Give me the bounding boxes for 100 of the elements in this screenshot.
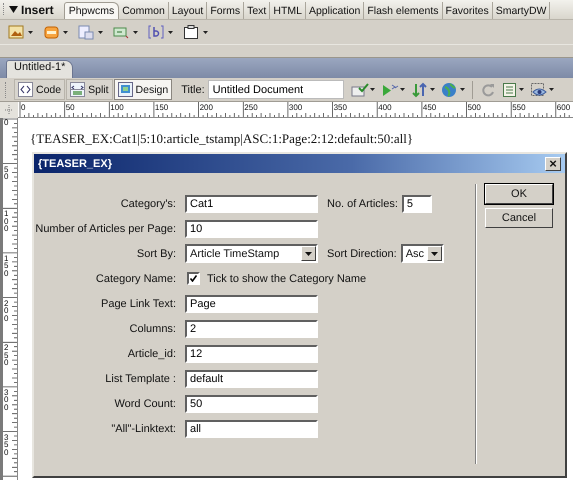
ruler-label: 0 bbox=[21, 103, 26, 112]
refresh-icon bbox=[480, 82, 496, 98]
text-field[interactable]: Page bbox=[185, 294, 318, 312]
caret-icon bbox=[370, 88, 375, 91]
insert-tab[interactable]: Layout bbox=[168, 2, 208, 19]
field-label: Word Count: bbox=[113, 398, 176, 410]
play-arrows-icon bbox=[380, 82, 399, 98]
panel-title: Insert bbox=[21, 2, 54, 16]
globe-icon bbox=[440, 82, 459, 98]
list-icon bbox=[502, 82, 518, 98]
insert-tab[interactable]: HTML bbox=[270, 2, 306, 19]
ruler-label: 600 bbox=[556, 103, 570, 112]
ruler-label: 200 bbox=[200, 103, 213, 112]
view-button[interactable]: Code bbox=[14, 79, 66, 100]
insert-tab[interactable]: Phpwcms bbox=[64, 2, 120, 19]
ruler-label: 50 bbox=[4, 166, 8, 181]
insert-tab[interactable]: Text bbox=[244, 2, 270, 19]
collapse-triangle-icon bbox=[9, 6, 18, 13]
dialog-title: {TEASER_EX} bbox=[38, 158, 112, 170]
text-field[interactable]: Cat1 bbox=[185, 194, 318, 212]
ruler-origin-icon[interactable] bbox=[0, 102, 18, 118]
field-label: Page Link Text: bbox=[100, 298, 176, 310]
ruler-label: 450 bbox=[422, 103, 436, 112]
caret-icon bbox=[430, 88, 435, 91]
caret-icon bbox=[63, 30, 68, 34]
field-label: Number of Articles per Page: bbox=[34, 222, 176, 234]
text-field[interactable]: 12 bbox=[185, 344, 318, 362]
insert-tab[interactable]: SmartyDW bbox=[492, 2, 550, 19]
ruler-label: 50 bbox=[66, 103, 75, 112]
checkbox-caption: Tick to show the Category Name bbox=[207, 272, 366, 284]
table-icon bbox=[78, 24, 94, 40]
dropdown-field[interactable]: Asc bbox=[400, 244, 444, 263]
field-label: Sort Direction: bbox=[327, 248, 397, 260]
check-icon bbox=[190, 275, 197, 282]
field-label: Category's: bbox=[120, 198, 176, 210]
field-label: Category Name: bbox=[94, 272, 176, 284]
split-view-icon bbox=[70, 82, 86, 97]
caret-icon bbox=[460, 88, 465, 91]
ruler-label: 350 bbox=[334, 103, 347, 112]
ruler-label: 150 bbox=[154, 103, 168, 112]
field-label: Sort By: bbox=[136, 248, 176, 260]
text-field[interactable]: 2 bbox=[185, 320, 318, 338]
document-tab[interactable]: Untitled-1* bbox=[6, 60, 74, 78]
field-label: List Template : bbox=[104, 372, 176, 384]
ruler-label: 250 bbox=[4, 344, 8, 368]
view-button[interactable]: Split bbox=[66, 79, 113, 100]
field-label: Article_id: bbox=[126, 348, 176, 360]
caret-icon bbox=[133, 30, 138, 34]
text-field[interactable]: 50 bbox=[185, 394, 318, 412]
field-label: "All"-Linktext: bbox=[110, 422, 176, 434]
document-icon bbox=[43, 24, 59, 40]
ruler-label: 0 bbox=[4, 119, 8, 127]
dropdown-field[interactable]: Article TimeStamp bbox=[185, 244, 318, 263]
caret-icon bbox=[430, 252, 438, 256]
design-view-icon bbox=[118, 82, 133, 97]
insert-tab[interactable]: Common bbox=[119, 2, 169, 19]
bracket-icon bbox=[148, 24, 164, 40]
clipboard-icon bbox=[183, 24, 199, 40]
caret-icon bbox=[168, 30, 173, 34]
image-icon bbox=[8, 24, 24, 40]
text-field[interactable]: 5 bbox=[402, 194, 432, 212]
ruler-label: 300 bbox=[288, 103, 302, 112]
text-field[interactable]: 10 bbox=[185, 220, 318, 238]
dialog-button[interactable]: OK bbox=[485, 184, 553, 204]
tag-text: {TEASER_EX:Cat1|5:10:article_tstamp|ASC:1:Page:2:12:default:50:all} bbox=[30, 131, 414, 147]
up-down-arrows-icon bbox=[410, 82, 429, 98]
ruler-label: 400 bbox=[378, 103, 392, 112]
code-icon bbox=[18, 82, 33, 97]
checkbox[interactable] bbox=[187, 272, 200, 285]
ruler-label: 100 bbox=[4, 210, 8, 234]
validate-check-icon bbox=[350, 82, 369, 98]
caret-icon bbox=[305, 252, 312, 256]
ruler-label: 300 bbox=[4, 388, 8, 412]
ruler-label: 150 bbox=[4, 254, 8, 278]
caret-icon bbox=[548, 88, 554, 91]
title-label: Title: bbox=[181, 84, 205, 96]
field-label: No. of Articles: bbox=[327, 198, 398, 210]
ruler-label: 350 bbox=[4, 434, 8, 456]
title-field[interactable]: Untitled Document bbox=[208, 80, 344, 99]
insert-tab[interactable]: Favorites bbox=[442, 2, 493, 19]
caret-icon bbox=[28, 30, 33, 34]
ruler-label: 200 bbox=[4, 300, 8, 322]
field-label: Columns: bbox=[128, 322, 176, 334]
insert-tab[interactable]: Application bbox=[306, 2, 364, 19]
ruler-label: 250 bbox=[244, 103, 258, 112]
insert-tab[interactable]: Forms bbox=[207, 2, 244, 19]
caret-icon bbox=[518, 88, 524, 91]
caret-icon bbox=[98, 30, 103, 34]
text-field[interactable]: default bbox=[185, 370, 318, 388]
ruler-label: 550 bbox=[512, 103, 526, 112]
text-field[interactable]: all bbox=[185, 420, 318, 438]
insert-tab[interactable]: Flash elements bbox=[364, 2, 443, 19]
close-button[interactable]: × bbox=[545, 156, 561, 170]
dialog-button[interactable]: Cancel bbox=[485, 208, 553, 228]
caret-icon bbox=[400, 88, 405, 91]
view-button[interactable]: Design bbox=[114, 79, 172, 100]
ruler-label: 100 bbox=[110, 103, 124, 112]
eye-icon bbox=[530, 82, 548, 98]
caret-icon bbox=[203, 30, 208, 34]
ruler-label: 500 bbox=[468, 103, 481, 112]
